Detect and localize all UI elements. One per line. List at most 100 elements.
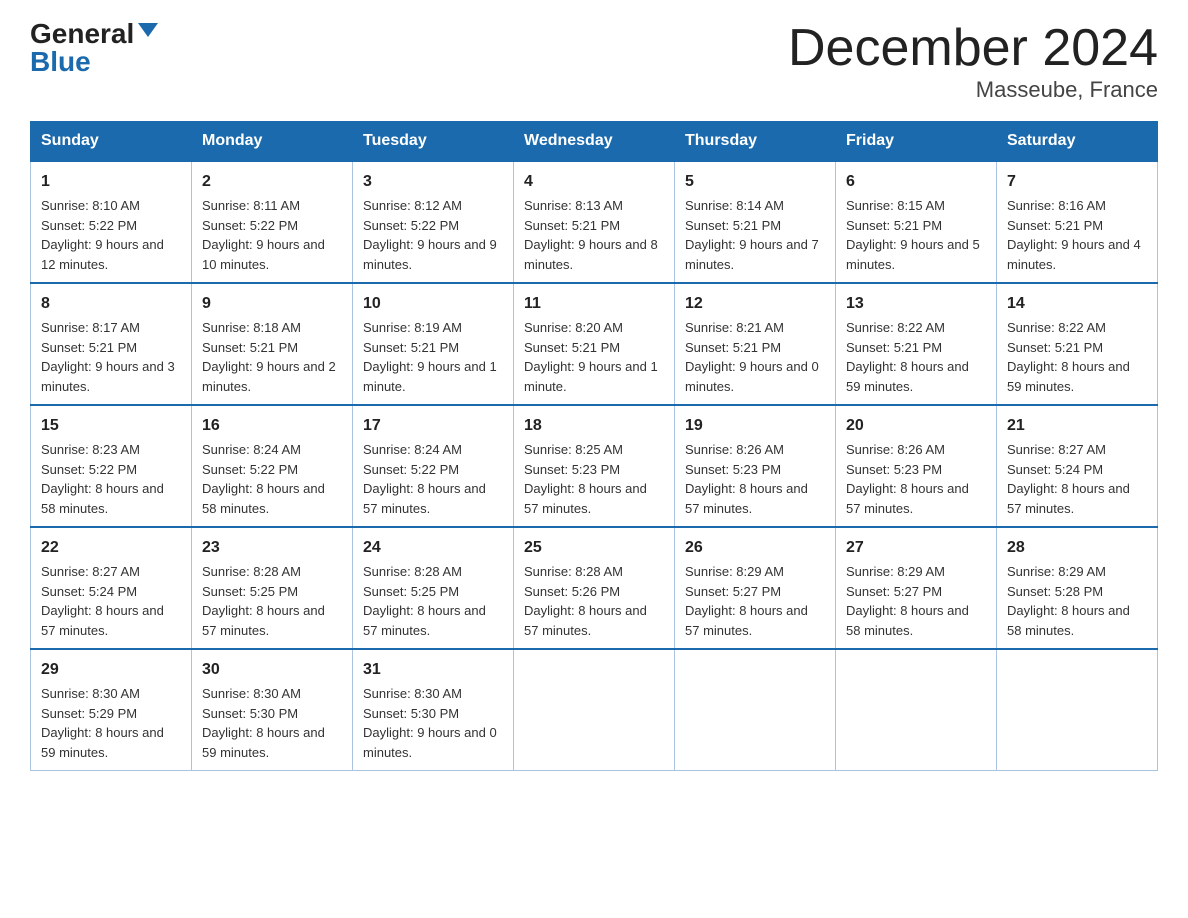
day-info: Sunrise: 8:22 AMSunset: 5:21 PMDaylight:…: [1007, 318, 1147, 396]
day-number: 17: [363, 414, 503, 438]
day-info: Sunrise: 8:18 AMSunset: 5:21 PMDaylight:…: [202, 318, 342, 396]
week-row-5: 29 Sunrise: 8:30 AMSunset: 5:29 PMDaylig…: [31, 649, 1158, 771]
header-monday: Monday: [192, 122, 353, 162]
week-row-4: 22 Sunrise: 8:27 AMSunset: 5:24 PMDaylig…: [31, 527, 1158, 649]
calendar-cell: 16 Sunrise: 8:24 AMSunset: 5:22 PMDaylig…: [192, 405, 353, 527]
day-info: Sunrise: 8:30 AMSunset: 5:29 PMDaylight:…: [41, 684, 181, 762]
calendar-cell: 17 Sunrise: 8:24 AMSunset: 5:22 PMDaylig…: [353, 405, 514, 527]
day-number: 8: [41, 292, 181, 316]
calendar-cell: 20 Sunrise: 8:26 AMSunset: 5:23 PMDaylig…: [836, 405, 997, 527]
calendar-cell: 13 Sunrise: 8:22 AMSunset: 5:21 PMDaylig…: [836, 283, 997, 405]
calendar-cell: 9 Sunrise: 8:18 AMSunset: 5:21 PMDayligh…: [192, 283, 353, 405]
logo: General Blue: [30, 20, 158, 76]
day-number: 29: [41, 658, 181, 682]
logo-arrow-icon: [138, 23, 158, 37]
calendar-cell: 6 Sunrise: 8:15 AMSunset: 5:21 PMDayligh…: [836, 161, 997, 283]
calendar-cell: 15 Sunrise: 8:23 AMSunset: 5:22 PMDaylig…: [31, 405, 192, 527]
day-info: Sunrise: 8:12 AMSunset: 5:22 PMDaylight:…: [363, 196, 503, 274]
calendar-cell: 23 Sunrise: 8:28 AMSunset: 5:25 PMDaylig…: [192, 527, 353, 649]
calendar-cell: 21 Sunrise: 8:27 AMSunset: 5:24 PMDaylig…: [997, 405, 1158, 527]
day-number: 19: [685, 414, 825, 438]
calendar-cell: [836, 649, 997, 771]
day-info: Sunrise: 8:30 AMSunset: 5:30 PMDaylight:…: [363, 684, 503, 762]
logo-general: General: [30, 20, 134, 48]
day-number: 11: [524, 292, 664, 316]
calendar-cell: 10 Sunrise: 8:19 AMSunset: 5:21 PMDaylig…: [353, 283, 514, 405]
day-info: Sunrise: 8:15 AMSunset: 5:21 PMDaylight:…: [846, 196, 986, 274]
calendar-cell: 14 Sunrise: 8:22 AMSunset: 5:21 PMDaylig…: [997, 283, 1158, 405]
day-number: 14: [1007, 292, 1147, 316]
calendar-cell: [514, 649, 675, 771]
week-row-3: 15 Sunrise: 8:23 AMSunset: 5:22 PMDaylig…: [31, 405, 1158, 527]
day-number: 13: [846, 292, 986, 316]
day-info: Sunrise: 8:25 AMSunset: 5:23 PMDaylight:…: [524, 440, 664, 518]
calendar-cell: 2 Sunrise: 8:11 AMSunset: 5:22 PMDayligh…: [192, 161, 353, 283]
calendar-cell: 4 Sunrise: 8:13 AMSunset: 5:21 PMDayligh…: [514, 161, 675, 283]
day-info: Sunrise: 8:28 AMSunset: 5:26 PMDaylight:…: [524, 562, 664, 640]
day-info: Sunrise: 8:10 AMSunset: 5:22 PMDaylight:…: [41, 196, 181, 274]
day-number: 18: [524, 414, 664, 438]
calendar-cell: 18 Sunrise: 8:25 AMSunset: 5:23 PMDaylig…: [514, 405, 675, 527]
calendar-cell: 31 Sunrise: 8:30 AMSunset: 5:30 PMDaylig…: [353, 649, 514, 771]
day-number: 26: [685, 536, 825, 560]
day-info: Sunrise: 8:28 AMSunset: 5:25 PMDaylight:…: [363, 562, 503, 640]
day-number: 28: [1007, 536, 1147, 560]
calendar-cell: 11 Sunrise: 8:20 AMSunset: 5:21 PMDaylig…: [514, 283, 675, 405]
day-number: 6: [846, 170, 986, 194]
calendar-cell: 28 Sunrise: 8:29 AMSunset: 5:28 PMDaylig…: [997, 527, 1158, 649]
calendar-cell: 1 Sunrise: 8:10 AMSunset: 5:22 PMDayligh…: [31, 161, 192, 283]
day-info: Sunrise: 8:23 AMSunset: 5:22 PMDaylight:…: [41, 440, 181, 518]
day-info: Sunrise: 8:24 AMSunset: 5:22 PMDaylight:…: [363, 440, 503, 518]
calendar-table: Sunday Monday Tuesday Wednesday Thursday…: [30, 121, 1158, 771]
day-number: 27: [846, 536, 986, 560]
page-header: General Blue December 2024 Masseube, Fra…: [30, 20, 1158, 103]
day-number: 3: [363, 170, 503, 194]
calendar-cell: 22 Sunrise: 8:27 AMSunset: 5:24 PMDaylig…: [31, 527, 192, 649]
day-number: 9: [202, 292, 342, 316]
day-number: 12: [685, 292, 825, 316]
calendar-title: December 2024: [788, 20, 1158, 77]
calendar-cell: 5 Sunrise: 8:14 AMSunset: 5:21 PMDayligh…: [675, 161, 836, 283]
day-number: 22: [41, 536, 181, 560]
day-info: Sunrise: 8:27 AMSunset: 5:24 PMDaylight:…: [1007, 440, 1147, 518]
calendar-subtitle: Masseube, France: [788, 77, 1158, 103]
day-number: 2: [202, 170, 342, 194]
day-info: Sunrise: 8:20 AMSunset: 5:21 PMDaylight:…: [524, 318, 664, 396]
calendar-cell: 25 Sunrise: 8:28 AMSunset: 5:26 PMDaylig…: [514, 527, 675, 649]
day-number: 20: [846, 414, 986, 438]
day-info: Sunrise: 8:13 AMSunset: 5:21 PMDaylight:…: [524, 196, 664, 274]
day-info: Sunrise: 8:17 AMSunset: 5:21 PMDaylight:…: [41, 318, 181, 396]
day-number: 10: [363, 292, 503, 316]
day-number: 23: [202, 536, 342, 560]
header-wednesday: Wednesday: [514, 122, 675, 162]
calendar-cell: 8 Sunrise: 8:17 AMSunset: 5:21 PMDayligh…: [31, 283, 192, 405]
week-row-1: 1 Sunrise: 8:10 AMSunset: 5:22 PMDayligh…: [31, 161, 1158, 283]
day-info: Sunrise: 8:26 AMSunset: 5:23 PMDaylight:…: [846, 440, 986, 518]
day-number: 31: [363, 658, 503, 682]
day-info: Sunrise: 8:29 AMSunset: 5:28 PMDaylight:…: [1007, 562, 1147, 640]
calendar-cell: 7 Sunrise: 8:16 AMSunset: 5:21 PMDayligh…: [997, 161, 1158, 283]
calendar-cell: 27 Sunrise: 8:29 AMSunset: 5:27 PMDaylig…: [836, 527, 997, 649]
day-number: 24: [363, 536, 503, 560]
day-info: Sunrise: 8:19 AMSunset: 5:21 PMDaylight:…: [363, 318, 503, 396]
day-number: 1: [41, 170, 181, 194]
week-row-2: 8 Sunrise: 8:17 AMSunset: 5:21 PMDayligh…: [31, 283, 1158, 405]
day-info: Sunrise: 8:14 AMSunset: 5:21 PMDaylight:…: [685, 196, 825, 274]
calendar-cell: 3 Sunrise: 8:12 AMSunset: 5:22 PMDayligh…: [353, 161, 514, 283]
day-info: Sunrise: 8:30 AMSunset: 5:30 PMDaylight:…: [202, 684, 342, 762]
header-sunday: Sunday: [31, 122, 192, 162]
calendar-cell: 29 Sunrise: 8:30 AMSunset: 5:29 PMDaylig…: [31, 649, 192, 771]
day-number: 30: [202, 658, 342, 682]
day-info: Sunrise: 8:24 AMSunset: 5:22 PMDaylight:…: [202, 440, 342, 518]
day-info: Sunrise: 8:29 AMSunset: 5:27 PMDaylight:…: [846, 562, 986, 640]
calendar-cell: [675, 649, 836, 771]
day-info: Sunrise: 8:28 AMSunset: 5:25 PMDaylight:…: [202, 562, 342, 640]
day-number: 15: [41, 414, 181, 438]
calendar-cell: 12 Sunrise: 8:21 AMSunset: 5:21 PMDaylig…: [675, 283, 836, 405]
day-info: Sunrise: 8:27 AMSunset: 5:24 PMDaylight:…: [41, 562, 181, 640]
day-info: Sunrise: 8:26 AMSunset: 5:23 PMDaylight:…: [685, 440, 825, 518]
calendar-cell: 26 Sunrise: 8:29 AMSunset: 5:27 PMDaylig…: [675, 527, 836, 649]
calendar-cell: 24 Sunrise: 8:28 AMSunset: 5:25 PMDaylig…: [353, 527, 514, 649]
day-info: Sunrise: 8:16 AMSunset: 5:21 PMDaylight:…: [1007, 196, 1147, 274]
day-number: 5: [685, 170, 825, 194]
